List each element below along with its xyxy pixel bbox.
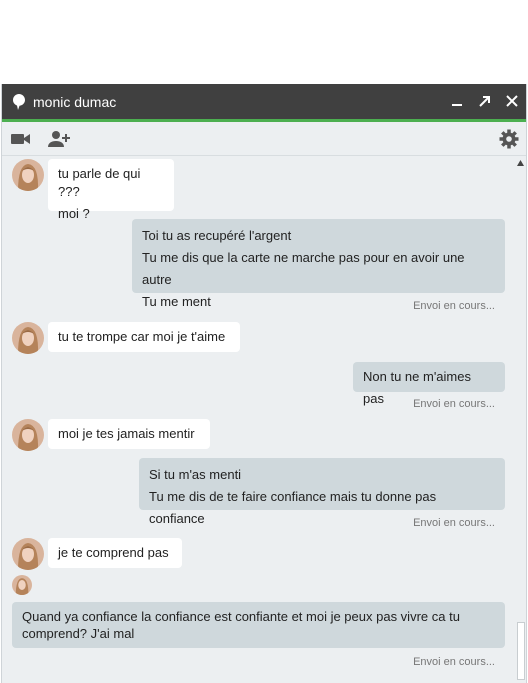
message-line: Toi tu as recupéré l'argent <box>142 228 292 243</box>
message-bubble-outgoing: Toi tu as recupéré l'argent Tu me dis qu… <box>132 219 505 309</box>
gear-icon[interactable] <box>498 128 520 150</box>
minimize-icon[interactable] <box>446 90 468 112</box>
message-line: Si tu m'as menti <box>149 467 242 482</box>
sending-status: Envoi en cours... <box>413 300 495 312</box>
message-line: Quand ya confiance la confiance est conf… <box>22 609 460 641</box>
scrollbar[interactable] <box>514 156 526 683</box>
avatar <box>12 419 44 451</box>
popout-icon[interactable] <box>474 90 496 112</box>
sending-status: Envoi en cours... <box>413 398 495 410</box>
message-bubble-incoming: tu parle de qui ??? moi ? <box>48 159 174 221</box>
avatar <box>12 322 44 354</box>
sending-status: Envoi en cours... <box>413 517 495 529</box>
chat-window: monic dumac tu parle de qui ??? moi ? To… <box>1 84 527 683</box>
message-line: moi je tes jamais mentir <box>58 426 195 441</box>
message-bubble-outgoing: Si tu m'as menti Tu me dis de te faire c… <box>139 458 505 526</box>
chat-toolbar <box>2 122 526 156</box>
avatar <box>12 538 44 570</box>
video-camera-icon[interactable] <box>10 128 32 150</box>
close-icon[interactable] <box>501 90 523 112</box>
message-bubble-incoming: je te comprend pas <box>48 538 182 568</box>
message-bubble-incoming: tu te trompe car moi je t'aime <box>48 322 240 352</box>
message-line: tu parle de qui ??? <box>58 166 141 199</box>
message-list[interactable]: tu parle de qui ??? moi ? Toi tu as recu… <box>2 156 516 683</box>
message-line: je te comprend pas <box>58 545 169 560</box>
message-bubble-incoming: moi je tes jamais mentir <box>48 419 210 449</box>
sending-status: Envoi en cours... <box>413 656 495 668</box>
message-bubble-outgoing: Quand ya confiance la confiance est conf… <box>12 602 505 648</box>
contact-name: monic dumac <box>33 94 117 110</box>
chat-titlebar[interactable]: monic dumac <box>2 84 526 119</box>
seen-avatar <box>12 575 32 595</box>
scrollbar-thumb[interactable] <box>517 622 525 680</box>
scroll-up-icon[interactable] <box>517 160 524 166</box>
message-bubble-outgoing: Non tu ne m'aimes pas <box>353 362 505 406</box>
message-line: Tu me dis que la carte ne marche pas pou… <box>142 250 465 287</box>
chat-bubble-icon <box>13 94 25 110</box>
avatar <box>12 159 44 191</box>
add-person-icon[interactable] <box>48 128 70 150</box>
message-line: tu te trompe car moi je t'aime <box>58 329 226 344</box>
